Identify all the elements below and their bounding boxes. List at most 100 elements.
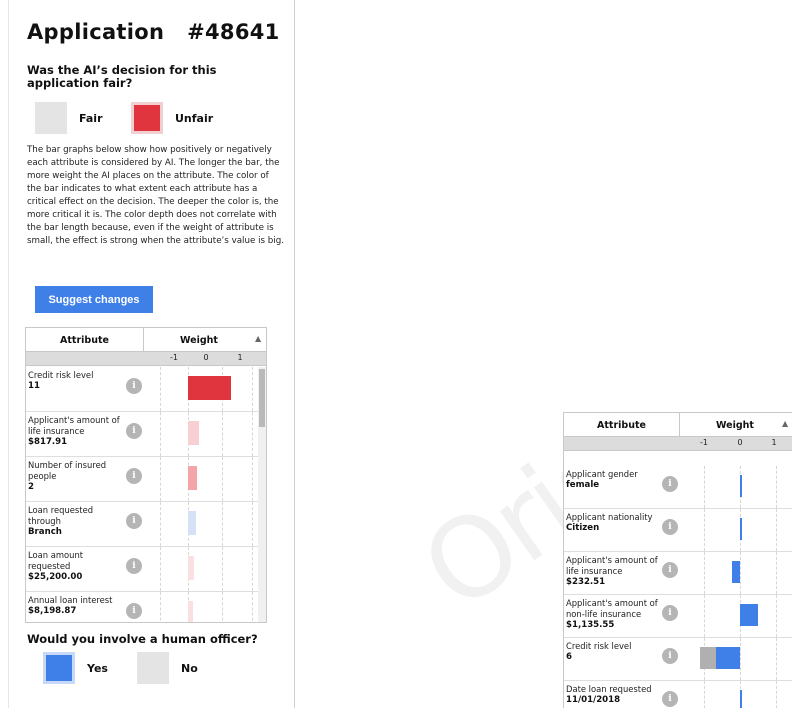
table-row: Applicant gender female i — [564, 466, 792, 509]
weight-bar-area — [144, 457, 254, 501]
info-icon[interactable]: i — [126, 377, 142, 394]
attribute-label: Credit risk level — [566, 641, 632, 651]
gridline — [252, 592, 253, 622]
attribute-name: Loan amount requested $25,200.00 — [28, 550, 126, 583]
axis-tick: 1 — [771, 438, 777, 447]
weight-bar — [732, 560, 740, 583]
unfair-checkbox[interactable] — [131, 102, 163, 134]
attribute-name: Applicant's amount of non-life insurance… — [566, 598, 662, 631]
weight-bar — [188, 375, 232, 400]
suggest-changes-button[interactable]: Suggest changes — [35, 286, 153, 313]
weight-bar-area — [144, 547, 254, 591]
gridline — [222, 547, 223, 591]
info-icon[interactable]: i — [662, 604, 678, 621]
weight-bar — [188, 465, 197, 490]
weight-bar-area — [144, 412, 254, 456]
attribute-label: Applicant's amount of life insurance — [28, 415, 120, 436]
gridline — [160, 412, 161, 456]
gridline — [776, 509, 777, 551]
column-attribute[interactable]: Attribute — [26, 328, 144, 352]
weight-bar-area — [144, 502, 254, 546]
attribute-label: Credit risk level — [28, 370, 94, 380]
application-id: #48641 — [187, 20, 280, 44]
column-weight[interactable]: Weight — [680, 413, 790, 437]
gridline — [740, 638, 741, 680]
table-row: Loan requested through Branch i — [26, 502, 266, 547]
gridline — [222, 592, 223, 622]
column-weight[interactable]: Weight — [144, 328, 254, 352]
weight-bar-area — [686, 466, 792, 508]
info-icon[interactable]: i — [662, 647, 678, 664]
scrollbar-thumb[interactable] — [259, 369, 265, 427]
table-header: Attribute Weight ▲ — [26, 328, 266, 352]
info-icon[interactable]: i — [662, 475, 678, 492]
yes-checkbox[interactable] — [43, 652, 75, 684]
gridline — [776, 552, 777, 594]
weight-bar-area — [686, 509, 792, 551]
info-icon[interactable]: i — [662, 690, 678, 707]
attribute-value: female — [566, 480, 600, 490]
gridline — [252, 412, 253, 456]
sort-icon[interactable]: ▲ — [255, 334, 261, 343]
attribute-table-left: Attribute Weight ▲ -1 0 1 Credit risk le… — [25, 327, 267, 623]
no-option[interactable]: No — [137, 652, 198, 684]
attribute-label: Date loan requested — [566, 684, 652, 694]
attribute-value: $817.91 — [28, 437, 68, 447]
weight-axis: -1 0 1 — [564, 437, 792, 451]
unfair-label: Unfair — [175, 111, 214, 125]
gridline — [776, 595, 777, 637]
attribute-label: Applicant gender — [566, 469, 638, 479]
axis-tick: 0 — [737, 438, 743, 447]
weight-bar-area — [144, 592, 254, 622]
table-row: Applicant's amount of life insurance $817… — [26, 412, 266, 457]
attribute-label: Applicant's amount of non-life insurance — [566, 598, 658, 619]
gridline — [160, 592, 161, 622]
gridline — [776, 466, 777, 508]
gridline — [704, 552, 705, 594]
title-label: Application — [27, 20, 165, 44]
application-panel: Application #48641 Was the AI’s decision… — [8, 0, 295, 708]
fair-checkbox[interactable] — [35, 102, 67, 134]
column-attribute[interactable]: Attribute — [564, 413, 680, 437]
attribute-name: Applicant gender female — [566, 469, 662, 491]
description-text: The bar graphs below show how positively… — [27, 145, 284, 246]
weight-bar-area — [144, 367, 254, 411]
axis-tick: -1 — [700, 438, 708, 447]
fair-option[interactable]: Fair — [35, 102, 103, 134]
yes-option[interactable]: Yes — [43, 652, 108, 684]
table-row: Annual loan interest $8,198.87 i — [26, 592, 266, 622]
axis-tick: 1 — [237, 353, 243, 362]
info-icon[interactable]: i — [126, 557, 142, 574]
info-icon[interactable]: i — [126, 467, 142, 484]
attribute-value: $8,198.87 — [28, 606, 77, 616]
no-checkbox[interactable] — [137, 652, 169, 684]
attribute-label: Applicant nationality — [566, 512, 653, 522]
gridline — [160, 457, 161, 501]
gridline — [252, 502, 253, 546]
info-icon[interactable]: i — [662, 518, 678, 535]
attribute-label: Number of insured people — [28, 460, 107, 481]
info-icon[interactable]: i — [126, 512, 142, 529]
gridline — [704, 595, 705, 637]
yes-label: Yes — [87, 661, 108, 675]
attribute-value: Citizen — [566, 523, 600, 533]
info-icon[interactable]: i — [126, 602, 142, 619]
gridline — [222, 457, 223, 501]
gridline — [160, 367, 161, 411]
info-icon[interactable]: i — [126, 422, 142, 439]
attribute-value: 6 — [566, 652, 572, 662]
unfair-option[interactable]: Unfair — [131, 102, 213, 134]
axis-tick: 0 — [203, 353, 209, 362]
attribute-name: Annual loan interest $8,198.87 — [28, 595, 126, 617]
attribute-name: Applicant nationality Citizen — [566, 512, 662, 534]
weight-bar — [188, 555, 194, 580]
gridline — [740, 552, 741, 594]
gridline — [252, 547, 253, 591]
sort-icon[interactable]: ▲ — [782, 419, 788, 428]
gridline — [222, 412, 223, 456]
attribute-table-right: Attribute Weight ▲ -1 0 1 Applicant gend… — [563, 412, 792, 708]
table-row: Applicant nationality Citizen i — [564, 509, 792, 552]
info-icon[interactable]: i — [662, 561, 678, 578]
scrollbar[interactable] — [258, 367, 266, 622]
weight-bar — [716, 646, 740, 669]
